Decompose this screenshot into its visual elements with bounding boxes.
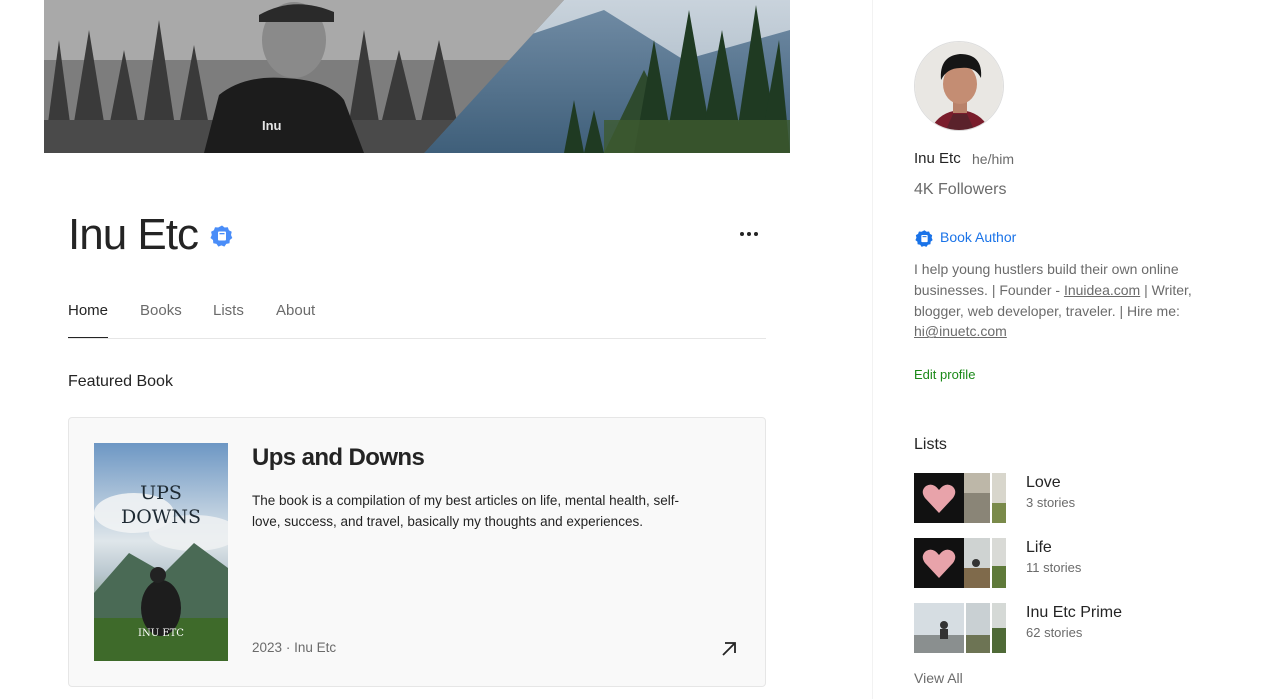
list-item[interactable]: Life 11 stories bbox=[914, 538, 1214, 588]
book-author-badge[interactable]: Book Author bbox=[940, 229, 1016, 245]
edit-profile-link[interactable]: Edit profile bbox=[914, 367, 975, 382]
meta-separator: · bbox=[285, 640, 291, 655]
book-title[interactable]: Ups and Downs bbox=[252, 444, 425, 472]
list-thumbnail bbox=[914, 603, 1006, 653]
featured-book-card[interactable]: UPS DOWNS INU ETC Ups and Downs The book… bbox=[68, 417, 766, 687]
cover-title-line2: DOWNS bbox=[121, 506, 201, 528]
view-all-lists-link[interactable]: View All bbox=[914, 670, 963, 686]
list-story-count: 62 stories bbox=[1026, 625, 1083, 640]
tab-about[interactable]: About bbox=[276, 302, 315, 319]
followers-count[interactable]: 4K Followers bbox=[914, 181, 1006, 199]
list-name[interactable]: Life bbox=[1026, 539, 1052, 557]
more-options-button[interactable] bbox=[737, 222, 761, 246]
tab-home[interactable]: Home bbox=[68, 302, 108, 319]
sidebar-profile-name[interactable]: Inu Etc bbox=[914, 150, 961, 167]
book-year: 2023 bbox=[252, 640, 283, 655]
profile-banner-image: Inu bbox=[44, 0, 790, 153]
arrow-up-right-icon bbox=[722, 642, 736, 656]
book-cover-image[interactable]: UPS DOWNS INU ETC bbox=[94, 443, 228, 661]
list-item[interactable]: Love 3 stories bbox=[914, 473, 1214, 523]
tab-books[interactable]: Books bbox=[140, 302, 182, 319]
book-author-badge-icon bbox=[915, 230, 933, 247]
svg-text:Inu: Inu bbox=[262, 118, 282, 133]
list-thumbnail bbox=[914, 473, 1006, 523]
list-story-count: 11 stories bbox=[1026, 560, 1082, 575]
list-thumbnail bbox=[914, 538, 1006, 588]
profile-tabs: Home Books Lists About bbox=[68, 292, 766, 339]
profile-bio: I help young hustlers build their own on… bbox=[914, 259, 1204, 342]
pronouns: he/him bbox=[972, 151, 1015, 167]
cover-author: INU ETC bbox=[138, 628, 184, 639]
more-icon bbox=[740, 232, 758, 236]
list-name[interactable]: Love bbox=[1026, 474, 1061, 492]
open-book-button[interactable] bbox=[717, 637, 741, 661]
book-author: Inu Etc bbox=[294, 640, 337, 655]
bio-link-website[interactable]: Inuidea.com bbox=[1064, 282, 1140, 298]
bio-link-email[interactable]: hi@inuetc.com bbox=[914, 323, 1007, 339]
verified-badge-icon bbox=[210, 225, 233, 247]
lists-section-title: Lists bbox=[914, 436, 947, 453]
active-tab-indicator bbox=[68, 337, 108, 338]
book-description: The book is a compilation of my best art… bbox=[252, 493, 679, 529]
book-meta: 2023 · Inu Etc bbox=[252, 640, 336, 655]
tab-lists[interactable]: Lists bbox=[213, 302, 244, 319]
cover-title-line1: UPS bbox=[140, 482, 182, 504]
list-name[interactable]: Inu Etc Prime bbox=[1026, 604, 1122, 622]
list-item[interactable]: Inu Etc Prime 62 stories bbox=[914, 603, 1214, 653]
list-story-count: 3 stories bbox=[1026, 495, 1076, 510]
featured-section-title: Featured Book bbox=[68, 373, 173, 390]
avatar[interactable] bbox=[914, 41, 1004, 131]
sidebar-divider bbox=[872, 0, 873, 699]
profile-name-heading: Inu Etc bbox=[68, 210, 199, 259]
